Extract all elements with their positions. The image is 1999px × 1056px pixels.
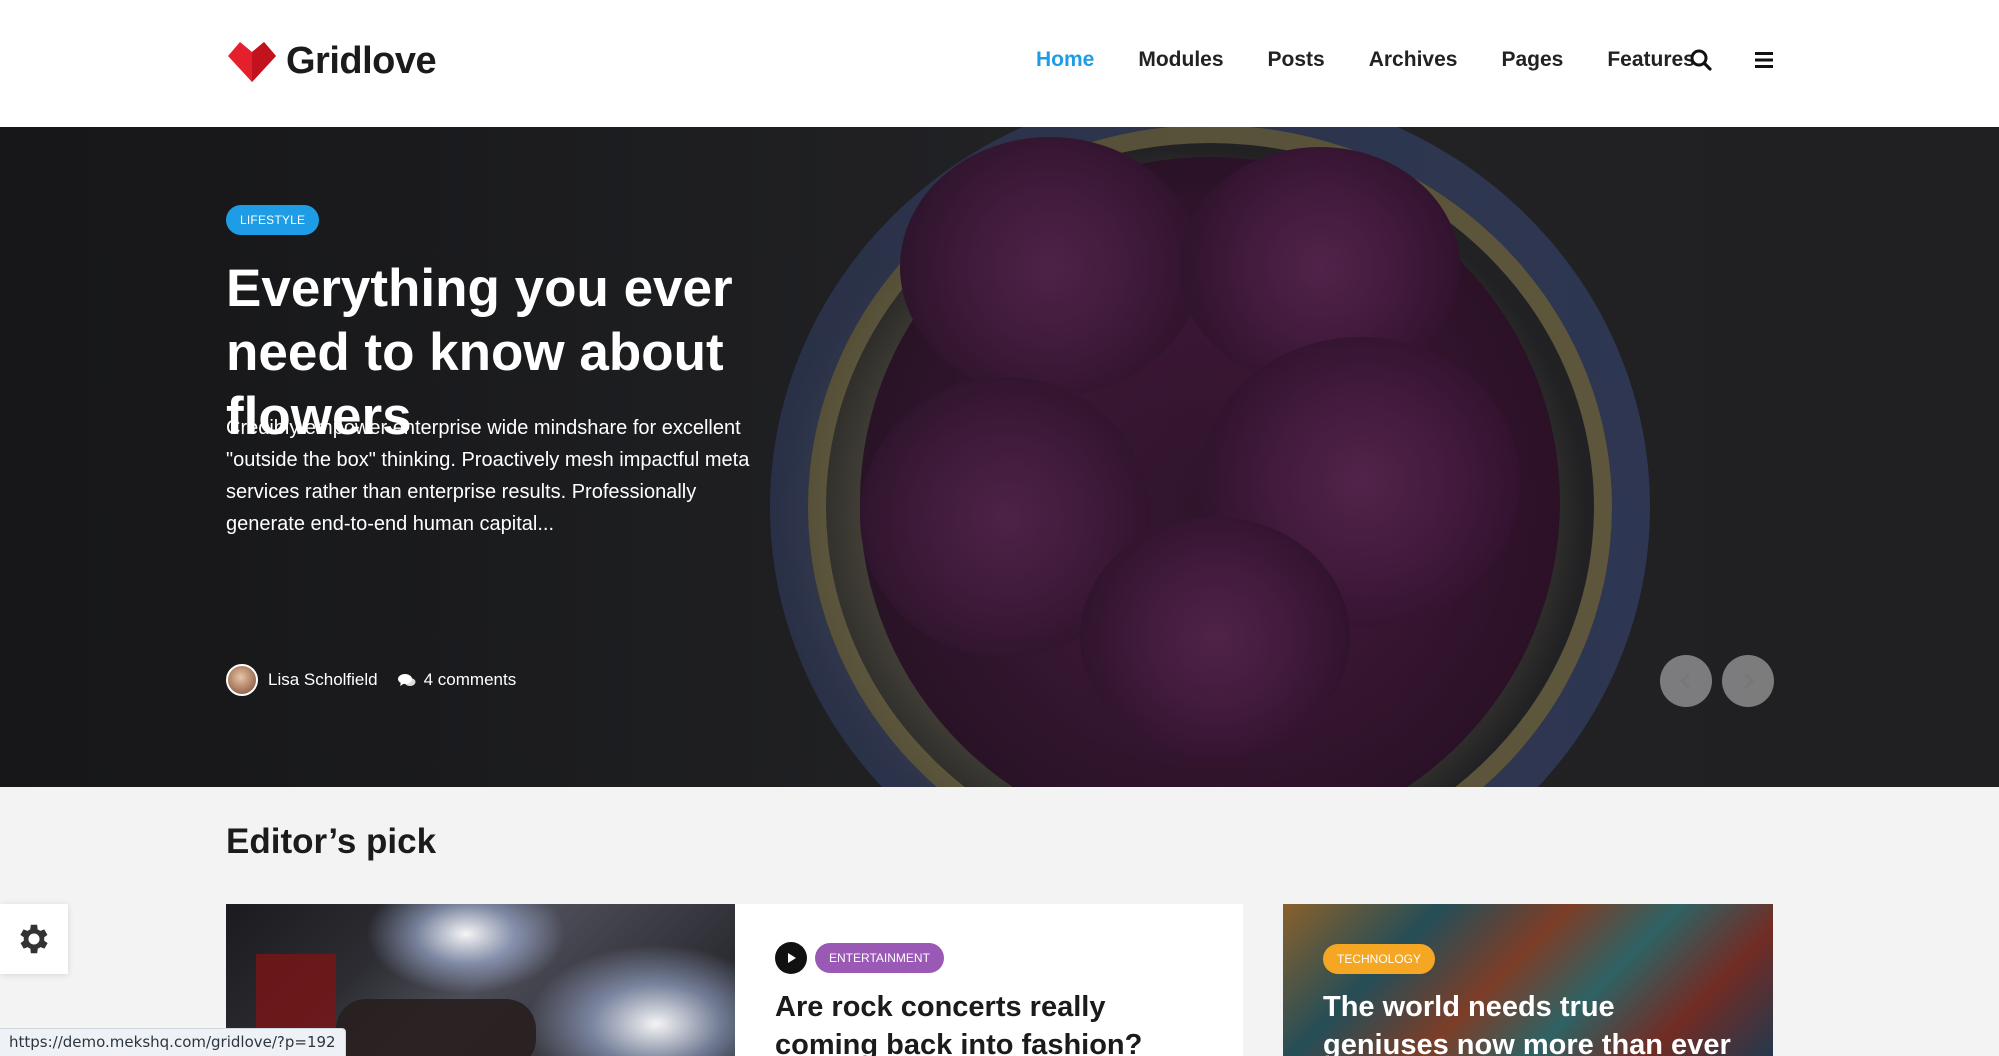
logo-icon xyxy=(228,42,276,82)
nav-item-features[interactable]: Features xyxy=(1607,48,1695,72)
site-header: Gridlove Home Modules Posts Archives Pag… xyxy=(0,0,1999,127)
card-title[interactable]: The world needs true geniuses now more t… xyxy=(1323,988,1743,1056)
chevron-left-icon xyxy=(1679,672,1691,690)
author-name[interactable]: Lisa Scholfield xyxy=(268,670,378,690)
site-logo[interactable]: Gridlove xyxy=(226,38,437,84)
search-icon[interactable] xyxy=(1689,48,1713,72)
nav-item-posts[interactable]: Posts xyxy=(1268,48,1325,72)
play-icon[interactable] xyxy=(775,942,807,974)
nav-item-home[interactable]: Home xyxy=(1036,48,1094,72)
card-entertainment: ENTERTAINMENT Are rock concerts really c… xyxy=(735,904,1243,1056)
chevron-right-icon xyxy=(1743,672,1755,690)
stage-light xyxy=(526,944,735,1056)
category-badge[interactable]: ENTERTAINMENT xyxy=(815,943,944,973)
slider-next-button[interactable] xyxy=(1722,655,1774,707)
gear-icon xyxy=(20,924,48,954)
nav-item-modules[interactable]: Modules xyxy=(1138,48,1223,72)
card-meta: ENTERTAINMENT xyxy=(775,942,944,974)
section-title: Editor’s pick xyxy=(226,822,437,861)
nav-item-pages[interactable]: Pages xyxy=(1501,48,1563,72)
comments-icon xyxy=(397,673,416,686)
slider-prev-button[interactable] xyxy=(1660,655,1712,707)
category-badge[interactable]: LIFESTYLE xyxy=(226,205,320,235)
category-badge[interactable]: TECHNOLOGY xyxy=(1323,944,1436,974)
card-title[interactable]: Are rock concerts really coming back int… xyxy=(775,988,1215,1056)
status-bar-url: https://demo.mekshq.com/gridlove/?p=192 xyxy=(0,1028,346,1056)
hamburger-menu-icon[interactable] xyxy=(1752,48,1776,72)
card-technology[interactable]: TECHNOLOGY The world needs true geniuses… xyxy=(1283,904,1773,1056)
main-nav: Home Modules Posts Archives Pages Featur… xyxy=(1036,48,1739,72)
comments-link[interactable]: 4 comments xyxy=(397,670,517,690)
hero-excerpt: Credibly empower enterprise wide mindsha… xyxy=(226,417,750,535)
post-meta: Lisa Scholfield 4 comments xyxy=(226,664,516,696)
hero-slider: LIFESTYLE Everything you ever need to kn… xyxy=(0,127,1999,787)
logo-text: Gridlove xyxy=(286,39,437,82)
author-avatar[interactable] xyxy=(226,664,258,696)
nav-item-archives[interactable]: Archives xyxy=(1369,48,1458,72)
settings-button[interactable] xyxy=(0,904,68,974)
performer-silhouette xyxy=(336,999,536,1056)
comments-count: 4 comments xyxy=(423,670,517,689)
